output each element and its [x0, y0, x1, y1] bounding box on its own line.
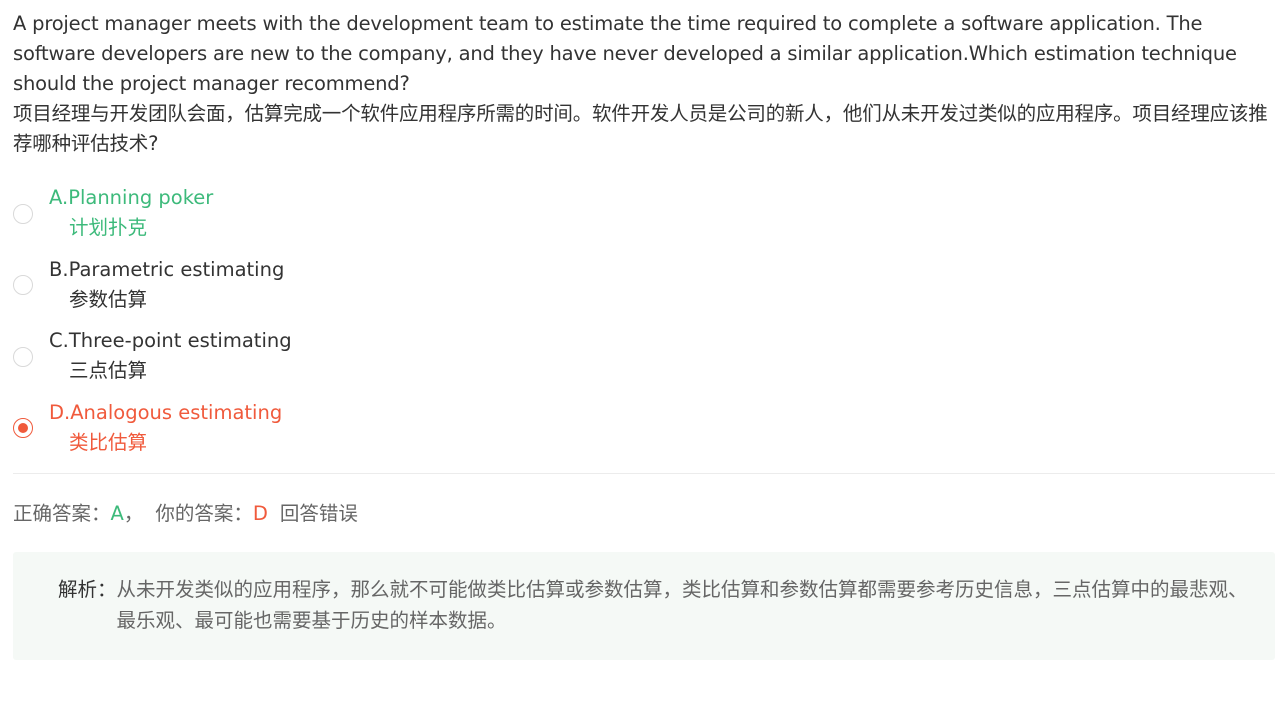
option-c-label-zh: 三点估算	[69, 359, 148, 382]
radio-button-d-selected[interactable]	[13, 418, 33, 438]
option-c-label-en: C.Three-point estimating	[49, 329, 292, 352]
option-b-label-en: B.Parametric estimating	[49, 257, 285, 281]
divider	[13, 473, 1275, 474]
option-a-label-zh: 计划扑克	[69, 216, 148, 239]
correct-answer-value: A	[110, 502, 124, 525]
radio-button-a[interactable]	[13, 203, 33, 224]
answer-summary: 正确答案：A， 你的答案：D 回答错误	[13, 499, 1275, 529]
radio-button-b[interactable]	[13, 275, 33, 295]
option-d-label-en: D.Analogous estimating	[49, 400, 283, 424]
question-text-en: A project manager meets with the develop…	[13, 12, 1237, 95]
question-text-zh: 项目经理与开发团队会面，估算完成一个软件应用程序所需的时间。软件开发人员是公司的…	[13, 102, 1268, 155]
result-text: 回答错误	[279, 502, 358, 525]
radio-button-c[interactable]	[13, 346, 33, 367]
question-stem: A project manager meets with the develop…	[13, 9, 1275, 159]
answer-separator: ，	[123, 502, 144, 525]
option-d-label-zh: 类比估算	[69, 430, 148, 454]
your-answer-value: D	[252, 502, 268, 525]
option-a-label-en: A.Planning poker	[49, 186, 214, 209]
your-answer-label: 你的答案：	[155, 502, 253, 525]
analysis-text: 从未开发类似的应用程序，那么就不可能做类比估算或参数估算，类比估算和参数估算都需…	[116, 578, 1248, 632]
option-c[interactable]: C.Three-point estimating 三点估算	[13, 329, 1275, 393]
analysis-box: 解析： 从未开发类似的应用程序，那么就不可能做类比估算或参数估算，类比估算和参数…	[13, 552, 1275, 660]
options-list: A.Planning poker 计划扑克 B.Parametric estim…	[13, 186, 1275, 465]
correct-answer-label: 正确答案：	[13, 502, 111, 525]
analysis-label: 解析：	[58, 578, 117, 601]
option-a[interactable]: A.Planning poker 计划扑克	[13, 186, 1275, 250]
option-b[interactable]: B.Parametric estimating 参数估算	[13, 258, 1275, 322]
option-d[interactable]: D.Analogous estimating 类比估算	[13, 401, 1275, 465]
option-b-label-zh: 参数估算	[69, 287, 148, 311]
question-card: A project manager meets with the develop…	[13, 9, 1275, 660]
